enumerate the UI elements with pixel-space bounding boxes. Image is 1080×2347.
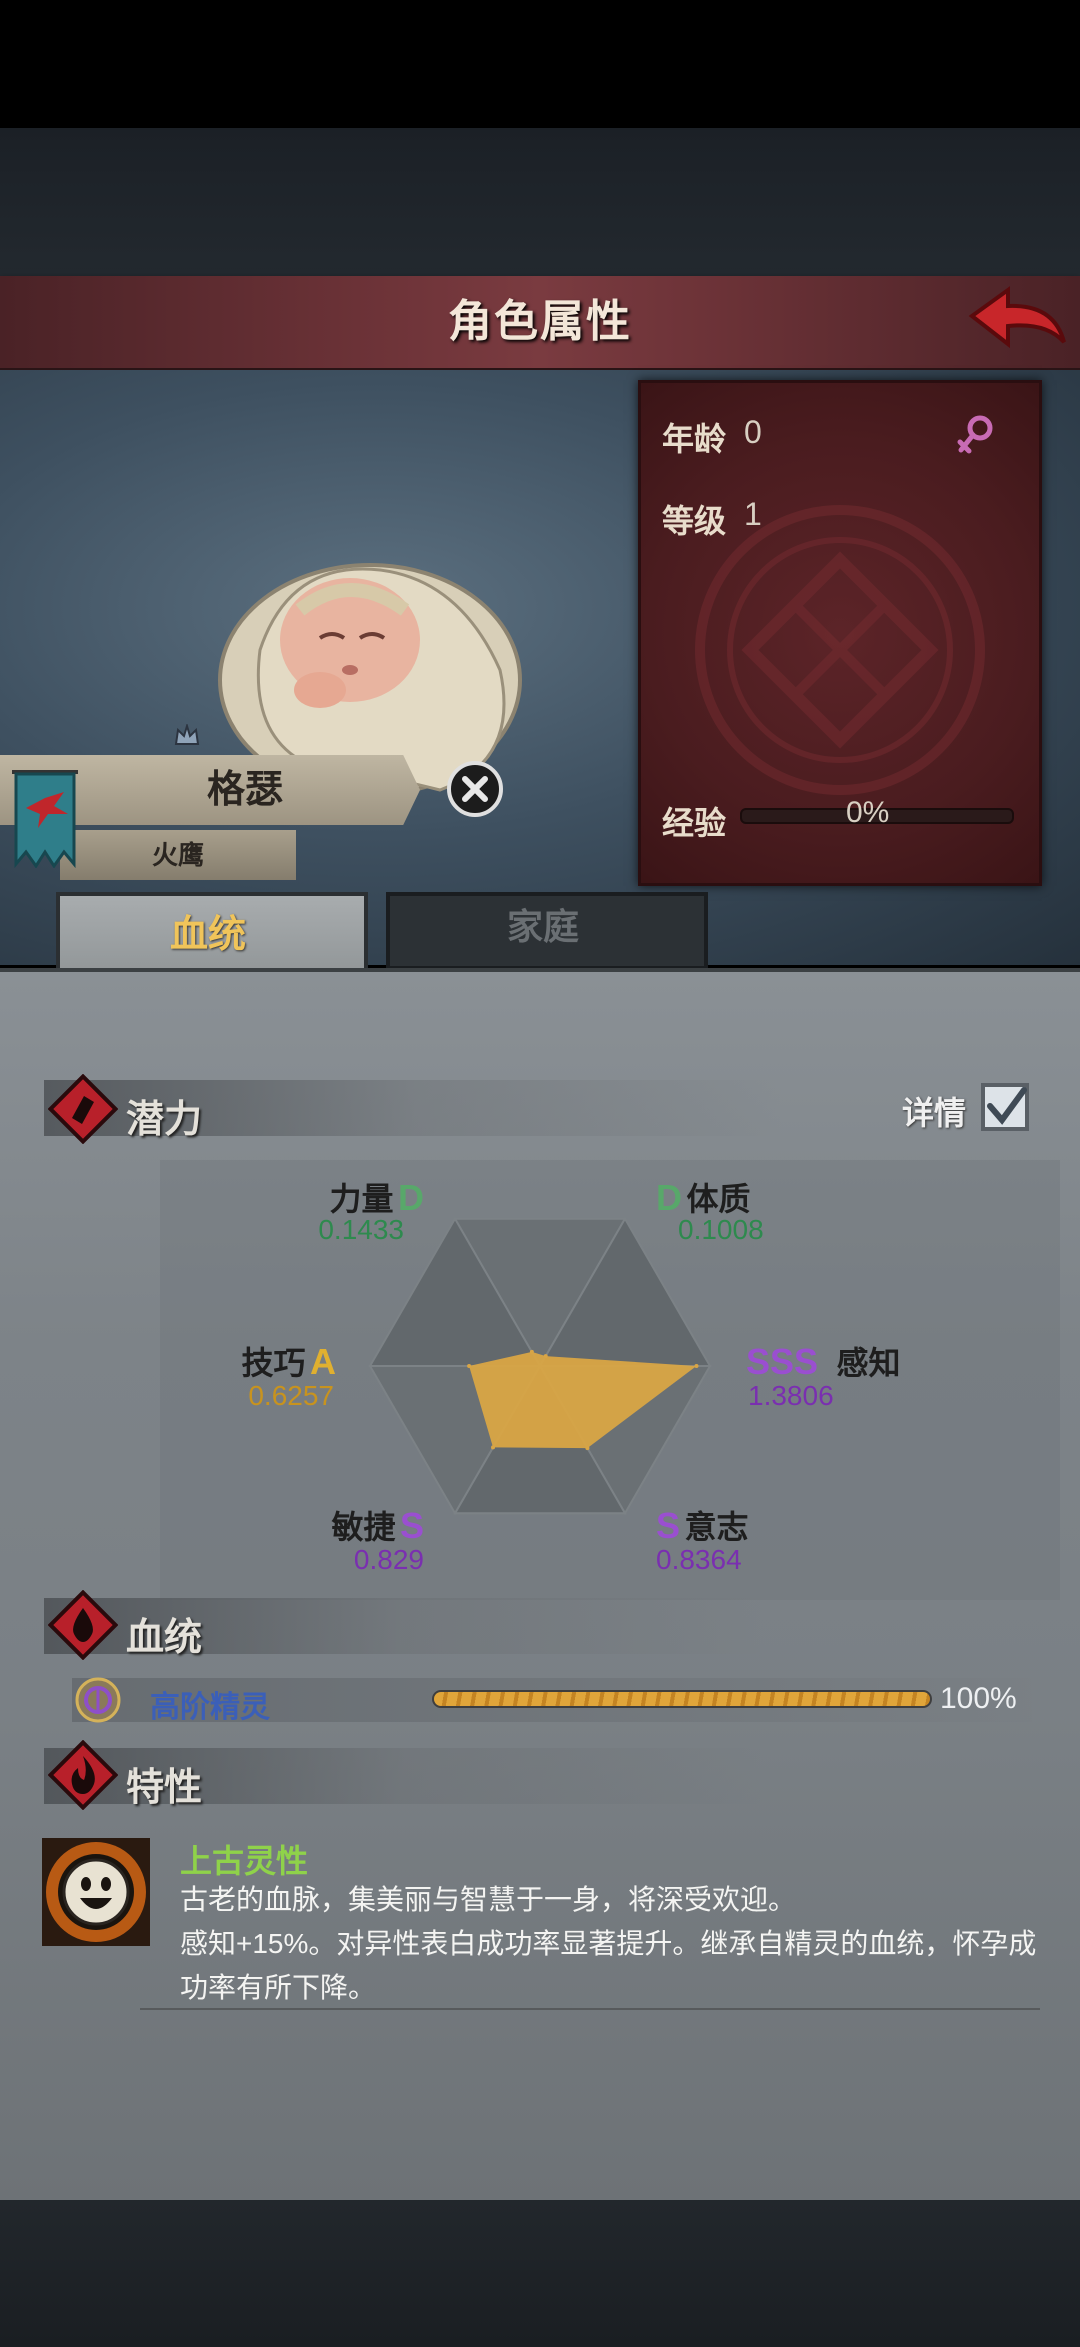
smiley-face-icon[interactable]	[42, 1838, 150, 1946]
house-name: 火鹰	[151, 840, 204, 870]
female-gender-icon	[957, 415, 993, 454]
radar-point-敏捷	[491, 1445, 496, 1450]
stat-grade-perception: SSS	[746, 1341, 819, 1382]
stat-name-perception: 感知	[836, 1345, 901, 1381]
potential-title: 潜力	[126, 1099, 203, 1141]
radar-point-体质	[543, 1354, 548, 1359]
stat-value-constitution: 0.1008	[678, 1214, 764, 1245]
stat-value-will: 0.8364	[656, 1544, 742, 1575]
stat-name-constitution: 体质	[686, 1181, 751, 1217]
radar-point-感知	[694, 1364, 699, 1368]
bloodline-progress-fill	[434, 1692, 930, 1706]
blood-drop-icon	[48, 1590, 118, 1660]
stat-name-strength: 力量	[329, 1181, 394, 1217]
trait-divider	[140, 2008, 1040, 2010]
level-label: 等级	[662, 503, 727, 539]
bloodline-percent: 100%	[940, 1682, 1017, 1715]
stat-grade-strength: D	[398, 1177, 424, 1218]
back-arrow-icon[interactable]	[968, 286, 1068, 362]
radar-point-意志	[585, 1446, 590, 1451]
radar-point-力量	[529, 1349, 534, 1354]
exp-label: 经验	[662, 805, 727, 841]
stat-value-skill: 0.6257	[248, 1380, 334, 1411]
stat-name-will: 意志	[684, 1509, 749, 1545]
details-checkbox[interactable]	[980, 1082, 1030, 1132]
celtic-knot-emblem	[695, 505, 985, 795]
stat-name-skill: 技巧	[241, 1345, 306, 1381]
stat-name-agility: 敏捷	[331, 1509, 396, 1545]
stat-grade-skill: A	[310, 1341, 336, 1382]
top-band	[0, 128, 1080, 278]
age-value: 0	[744, 414, 762, 450]
character-name[interactable]: 格瑟	[140, 760, 350, 820]
elf-bloodline-icon	[75, 1677, 121, 1723]
details-label[interactable]: 详情	[902, 1088, 966, 1134]
status-bar	[0, 0, 1080, 128]
stat-grade-constitution: D	[656, 1177, 682, 1218]
tab-bloodline-label[interactable]: 血统	[56, 892, 360, 978]
tab-family-label[interactable]: 家庭	[386, 892, 700, 962]
trait-name: 上古灵性	[180, 1843, 309, 1879]
radar-point-技巧	[467, 1364, 472, 1368]
trait-description-line3: 功率有所下降。	[180, 1972, 377, 2003]
traits-title: 特性	[126, 1767, 203, 1809]
trait-description-line2: 感知+15%。对异性表白成功率显著提升。继承自精灵的血统，怀孕成	[180, 1928, 1037, 1959]
bloodline-name: 高阶精灵	[150, 1691, 270, 1724]
page-title: 角色属性	[448, 297, 632, 346]
exp-value: 0%	[846, 796, 890, 829]
crown-icon	[174, 724, 200, 745]
stat-value-agility: 0.829	[353, 1544, 424, 1575]
house-banner-icon[interactable]	[8, 768, 82, 868]
stat-value-strength: 0.1433	[318, 1214, 404, 1245]
close-icon[interactable]	[446, 760, 504, 818]
trait-description-line1: 古老的血脉，集美丽与智慧于一身，将深受欢迎。	[180, 1884, 797, 1915]
age-label: 年龄	[662, 421, 727, 457]
stat-value-perception: 1.3806	[748, 1380, 834, 1411]
stat-grade-will: S	[656, 1505, 681, 1546]
stat-grade-agility: S	[399, 1505, 424, 1546]
fire-icon	[48, 1740, 118, 1810]
level-value: 1	[744, 496, 762, 532]
potential-icon	[48, 1074, 118, 1144]
bloodline-title: 血统	[126, 1617, 203, 1659]
bottom-band	[0, 2200, 1080, 2347]
